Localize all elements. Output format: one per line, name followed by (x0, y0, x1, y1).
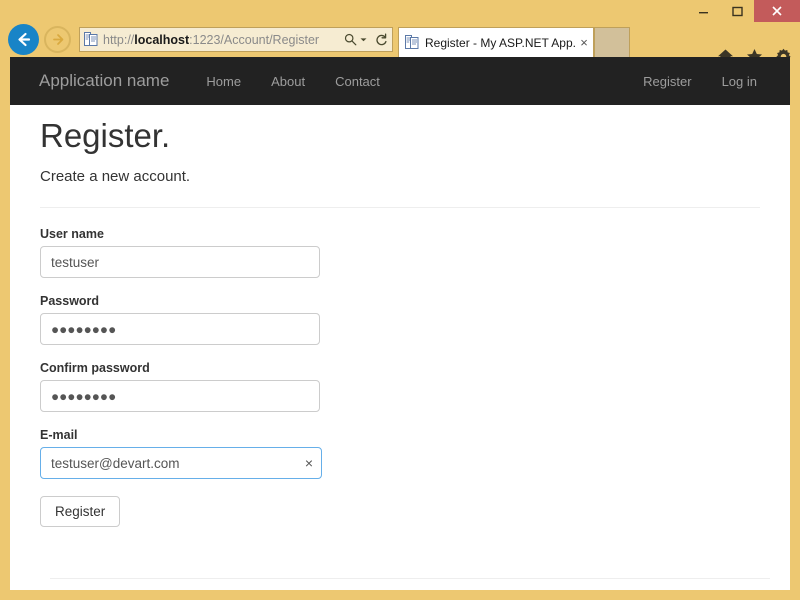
email-input-wrapper: × (40, 447, 322, 479)
chevron-down-icon[interactable] (359, 35, 368, 44)
spacer (40, 278, 760, 294)
navbar-account-links: Register Log in (628, 74, 772, 89)
page-title: Register. (40, 105, 760, 154)
window-maximize-button[interactable] (720, 0, 754, 22)
tab-favicon-icon (405, 35, 419, 50)
url-text: http://localhost:1223/Account/Register (103, 33, 344, 47)
search-icon[interactable] (344, 33, 357, 46)
nav-link-login[interactable]: Log in (707, 74, 772, 89)
navbar-brand[interactable]: Application name (39, 71, 169, 91)
new-tab-button[interactable] (594, 27, 630, 57)
nav-link-register[interactable]: Register (628, 74, 706, 89)
address-bar[interactable]: http://localhost:1223/Account/Register (79, 27, 393, 52)
password-input[interactable] (40, 313, 320, 345)
label-email: E-mail (40, 428, 760, 442)
page-viewport: Application name Home About Contact Regi… (10, 57, 790, 590)
email-input[interactable] (40, 447, 322, 479)
register-submit-button[interactable]: Register (40, 496, 120, 527)
field-group-password: Password (40, 294, 760, 345)
footer-divider (50, 578, 770, 579)
label-password: Password (40, 294, 760, 308)
window-controls (686, 0, 800, 22)
tab-title: Register - My ASP.NET App... (425, 36, 575, 50)
browser-titlebar (0, 0, 800, 22)
browser-window: http://localhost:1223/Account/Register (0, 0, 800, 600)
field-group-username: User name (40, 227, 760, 278)
label-confirm-password: Confirm password (40, 361, 760, 375)
navbar-primary-links: Home About Contact (191, 74, 394, 89)
page-favicon-icon (84, 32, 98, 47)
site-navbar: Application name Home About Contact Regi… (10, 57, 790, 105)
tab-strip: Register - My ASP.NET App... × (398, 22, 630, 57)
username-input[interactable] (40, 246, 320, 278)
browser-tab[interactable]: Register - My ASP.NET App... × (398, 27, 594, 57)
back-arrow-icon (14, 30, 33, 49)
page-subtitle: Create a new account. (40, 154, 760, 185)
spacer (40, 345, 760, 361)
confirm-password-input[interactable] (40, 380, 320, 412)
forward-arrow-icon (50, 32, 65, 47)
back-button[interactable] (8, 24, 39, 55)
address-bar-icons (344, 33, 392, 47)
window-minimize-button[interactable] (686, 0, 720, 22)
field-group-confirm-password: Confirm password (40, 361, 760, 412)
refresh-icon[interactable] (374, 33, 388, 47)
nav-link-home[interactable]: Home (191, 74, 256, 89)
clear-email-icon[interactable]: × (305, 456, 313, 470)
field-group-email: E-mail × (40, 428, 760, 479)
forward-button[interactable] (44, 26, 71, 53)
spacer (40, 412, 760, 428)
tab-close-icon[interactable]: × (575, 35, 593, 50)
label-username: User name (40, 227, 760, 241)
nav-link-contact[interactable]: Contact (320, 74, 395, 89)
nav-link-about[interactable]: About (256, 74, 320, 89)
register-form: User name Password Confirm password E-ma… (40, 208, 760, 527)
page-content: Register. Create a new account. User nam… (10, 105, 790, 527)
window-close-button[interactable] (754, 0, 800, 22)
